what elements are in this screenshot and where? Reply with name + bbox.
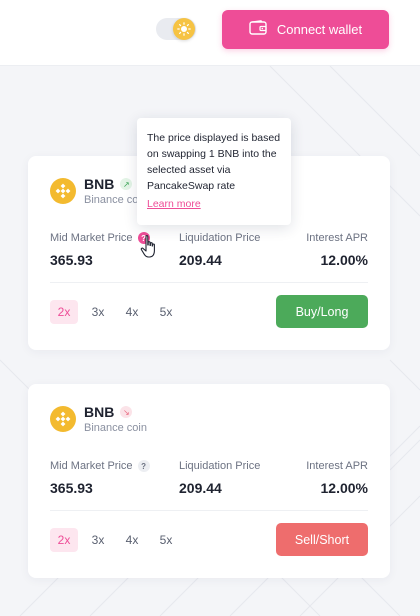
asset-name: Binance coin xyxy=(84,422,147,434)
trend-down-icon: ↘ xyxy=(120,406,133,418)
leverage-option-2x[interactable]: 2x xyxy=(50,300,78,324)
mid-market-price-value: 365.93 xyxy=(50,480,93,496)
interest-apr-label: Interest APR xyxy=(306,460,368,472)
asset-info: BNB ↘ Binance coin xyxy=(50,404,147,434)
asset-symbol: BNB xyxy=(84,176,115,192)
mid-market-price-value: 365.93 xyxy=(50,252,93,268)
leverage-option-3x[interactable]: 3x xyxy=(84,300,112,324)
liquidation-price-value: 209.44 xyxy=(179,252,222,268)
interest-apr-label: Interest APR xyxy=(306,232,368,244)
liquidation-price-value: 209.44 xyxy=(179,480,222,496)
buy-long-button[interactable]: Buy/Long xyxy=(276,295,368,328)
stat-label-text: Mid Market Price xyxy=(50,232,133,244)
leverage-option-4x[interactable]: 4x xyxy=(118,528,146,552)
leverage-option-5x[interactable]: 5x xyxy=(152,300,180,324)
asset-info: BNB ↗ Binance coin xyxy=(50,176,147,206)
liquidation-price-label: Liquidation Price xyxy=(179,232,261,244)
help-icon[interactable]: ? xyxy=(137,460,150,472)
sun-icon xyxy=(173,18,195,40)
stat-label-text: Mid Market Price xyxy=(50,460,133,472)
leverage-option-5x[interactable]: 5x xyxy=(152,528,180,552)
trade-card-short: BNB ↘ Binance coin Mid Market Price ? 36… xyxy=(28,384,390,578)
interest-apr-value: 12.00% xyxy=(320,252,368,268)
connect-wallet-label: Connect wallet xyxy=(276,22,363,37)
trend-up-icon: ↗ xyxy=(120,178,133,190)
leverage-selector: 2x 3x 4x 5x xyxy=(50,300,180,324)
interest-apr-value: 12.00% xyxy=(320,480,368,496)
mid-market-price-label: Mid Market Price ? xyxy=(50,460,150,472)
top-bar: Connect wallet xyxy=(0,0,420,66)
tooltip-text: The price displayed is based on swapping… xyxy=(147,132,281,192)
wallet-icon xyxy=(249,20,267,39)
mid-market-price-label: Mid Market Price ? xyxy=(50,232,150,244)
leverage-selector: 2x 3x 4x 5x xyxy=(50,528,180,552)
hand-cursor-icon xyxy=(140,235,155,258)
liquidation-price-label: Liquidation Price xyxy=(179,460,261,472)
learn-more-link[interactable]: Learn more xyxy=(147,198,201,210)
connect-wallet-button[interactable]: Connect wallet xyxy=(222,10,389,49)
divider xyxy=(50,282,368,283)
asset-symbol: BNB xyxy=(84,404,115,420)
sell-short-button[interactable]: Sell/Short xyxy=(276,523,368,556)
leverage-option-2x[interactable]: 2x xyxy=(50,528,78,552)
divider xyxy=(50,510,368,511)
leverage-option-3x[interactable]: 3x xyxy=(84,528,112,552)
price-info-tooltip: The price displayed is based on swapping… xyxy=(137,118,291,225)
theme-toggle[interactable] xyxy=(156,18,196,40)
bnb-logo-icon xyxy=(50,178,76,204)
leverage-option-4x[interactable]: 4x xyxy=(118,300,146,324)
bnb-logo-icon xyxy=(50,406,76,432)
